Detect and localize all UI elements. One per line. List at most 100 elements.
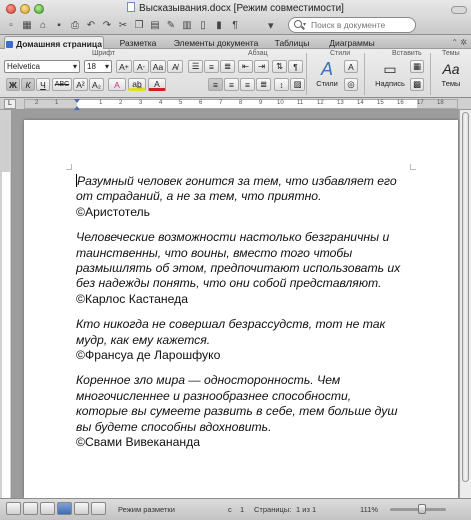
grow-font-button[interactable]: A +: [116, 60, 132, 73]
left-indent-marker[interactable]: [74, 106, 80, 110]
paste-icon[interactable]: ▤: [148, 18, 162, 32]
quote-author: ©Карлос Кастанеда: [76, 291, 189, 306]
chevron-down-icon: ▾: [303, 22, 307, 28]
quote-block: Коренное зло мира — односторонность. Чем…: [76, 373, 406, 450]
quote-block: Разумный человек гонится за тем, что изб…: [76, 174, 406, 220]
quote-text: Человеческие возможности настолько безгр…: [76, 230, 401, 291]
zoom-dropdown-icon[interactable]: ▾: [268, 19, 274, 32]
vertical-ruler[interactable]: [0, 110, 12, 498]
styles-button[interactable]: A Стили: [310, 59, 344, 95]
templates-icon[interactable]: ▦: [20, 18, 34, 32]
ribbon-tabs: Домашняя страница Разметка Элементы доку…: [0, 35, 471, 49]
chevron-down-icon: ▾: [72, 62, 77, 71]
copy-icon[interactable]: ❐: [132, 18, 146, 32]
tab-layout[interactable]: Разметка: [110, 36, 166, 49]
text-effects-button[interactable]: A: [108, 78, 126, 91]
tab-tables[interactable]: Таблицы: [266, 36, 318, 49]
quote-text: Разумный человек гонится за тем, что изб…: [76, 174, 397, 204]
undo-icon[interactable]: ↶: [84, 18, 98, 32]
divider: [306, 53, 307, 95]
vertical-scrollbar[interactable]: [459, 110, 471, 498]
subscript-button[interactable]: A₂: [89, 78, 104, 91]
section-number: 1: [240, 505, 245, 514]
bold-button[interactable]: Ж: [6, 78, 20, 91]
section-label: с: [228, 505, 232, 514]
horizontal-ruler[interactable]: 2 1 1 2 3 4 5 6 7 8 9 10 11 12 13 14 15 …: [24, 99, 458, 110]
group-label-themes: Темы: [442, 50, 460, 57]
insert-shape-icon[interactable]: ▦: [410, 60, 424, 73]
tab-document-elements[interactable]: Элементы документа: [168, 36, 264, 49]
notebook-view-button[interactable]: [74, 502, 89, 515]
publishing-view-button[interactable]: [40, 502, 55, 515]
multilevel-list-button[interactable]: ≣: [220, 60, 235, 73]
cut-icon[interactable]: ✂: [116, 18, 130, 32]
tab-home[interactable]: Домашняя страница: [4, 36, 104, 49]
group-label-styles: Стили: [330, 50, 351, 57]
align-center-button[interactable]: ≡: [224, 78, 239, 91]
status-bar: Режим разметки с 1 Страницы: 1 из 1 111%: [0, 498, 471, 520]
print-layout-view-button[interactable]: [57, 502, 72, 515]
group-label-insert: Вставить: [392, 50, 422, 57]
scrollbar-thumb[interactable]: [462, 112, 469, 482]
full-screen-view-button[interactable]: [91, 502, 106, 515]
group-label-paragraph: Абзац: [248, 50, 268, 57]
save-icon[interactable]: ▪: [52, 18, 66, 32]
document-body[interactable]: Разумный человек гонится за тем, что изб…: [76, 174, 406, 461]
style-a-icon[interactable]: A: [344, 60, 358, 73]
format-painter-icon[interactable]: ✎: [164, 18, 178, 32]
columns-icon[interactable]: ▯: [196, 18, 210, 32]
tab-charts[interactable]: Диаграммы: [320, 36, 384, 49]
sort-button[interactable]: ⇅: [272, 60, 287, 73]
print-icon[interactable]: ⎙: [68, 18, 82, 32]
pilcrow-icon[interactable]: ¶: [228, 18, 242, 32]
align-left-button[interactable]: ≡: [208, 78, 223, 91]
font-color-button[interactable]: A: [148, 78, 166, 91]
tab-stop-selector[interactable]: L: [4, 99, 16, 109]
italic-button[interactable]: К: [21, 78, 35, 91]
toolbar-toggle-button[interactable]: [451, 6, 467, 14]
highlight-button[interactable]: ab̲: [128, 78, 146, 91]
quote-block: Человеческие возможности настолько безгр…: [76, 230, 406, 307]
group-label-font: Шрифт: [92, 50, 116, 57]
draft-view-button[interactable]: [6, 502, 21, 515]
justify-button[interactable]: ≣: [256, 78, 271, 91]
document-page[interactable]: Разумный человек гонится за тем, что изб…: [24, 120, 458, 498]
align-right-button[interactable]: ≡: [240, 78, 255, 91]
search-field[interactable]: ▾ Поиск в документе: [288, 17, 416, 33]
themes-button[interactable]: Aa Темы: [434, 59, 468, 95]
horizontal-ruler-bar: L 2 1 1 2 3 4 5 6 7 8 9 10 11 12 13 14 1…: [0, 98, 471, 110]
window-title: Высказывания.docx [Режим совместимости]: [0, 2, 471, 14]
quote-author: ©Франсуа де Ларошфуко: [76, 348, 221, 363]
redo-icon[interactable]: ↷: [100, 18, 114, 32]
toolbar: ▫ ▦ ⌂ ▪ ⎙ ↶ ↷ ✂ ❐ ▤ ✎ ▥ ▯ ▮ ¶: [4, 18, 242, 34]
insert-picture-icon[interactable]: ▩: [410, 78, 424, 91]
table-icon[interactable]: ▥: [180, 18, 194, 32]
outline-view-button[interactable]: [23, 502, 38, 515]
bullets-button[interactable]: ☰: [188, 60, 203, 73]
sidebar-icon[interactable]: ▮: [212, 18, 226, 32]
strikethrough-button[interactable]: ABC: [52, 78, 72, 91]
increase-indent-button[interactable]: ⇥: [254, 60, 269, 73]
line-spacing-button[interactable]: ↕: [274, 78, 289, 91]
shading-button[interactable]: ▨: [290, 78, 305, 91]
numbering-button[interactable]: ≡: [204, 60, 219, 73]
font-family-select[interactable]: Helvetica ▾: [4, 60, 80, 73]
shrink-font-button[interactable]: A-: [133, 60, 149, 73]
decrease-indent-button[interactable]: ⇤: [238, 60, 253, 73]
search-icon: [294, 20, 302, 28]
first-line-indent-marker[interactable]: [74, 99, 80, 103]
clear-formatting-button[interactable]: A̸: [167, 60, 183, 73]
zoom-slider-handle[interactable]: [418, 504, 426, 514]
home-icon: [6, 41, 14, 48]
ribbon: Шрифт Абзац Стили Вставить Темы Helvetic…: [0, 49, 471, 98]
open-icon[interactable]: ⌂: [36, 18, 50, 32]
new-document-icon[interactable]: ▫: [4, 18, 18, 32]
style-b-icon[interactable]: ◎: [344, 78, 358, 91]
show-formatting-button[interactable]: ¶: [288, 60, 303, 73]
text-box-button[interactable]: ▭ Надпись: [370, 59, 410, 95]
font-size-select[interactable]: 18 ▾: [84, 60, 112, 73]
underline-button[interactable]: Ч: [36, 78, 50, 91]
ribbon-collapse-icon[interactable]: ⌃ ✲: [451, 38, 467, 47]
change-case-button[interactable]: Aa: [150, 60, 166, 73]
superscript-button[interactable]: A²: [73, 78, 88, 91]
